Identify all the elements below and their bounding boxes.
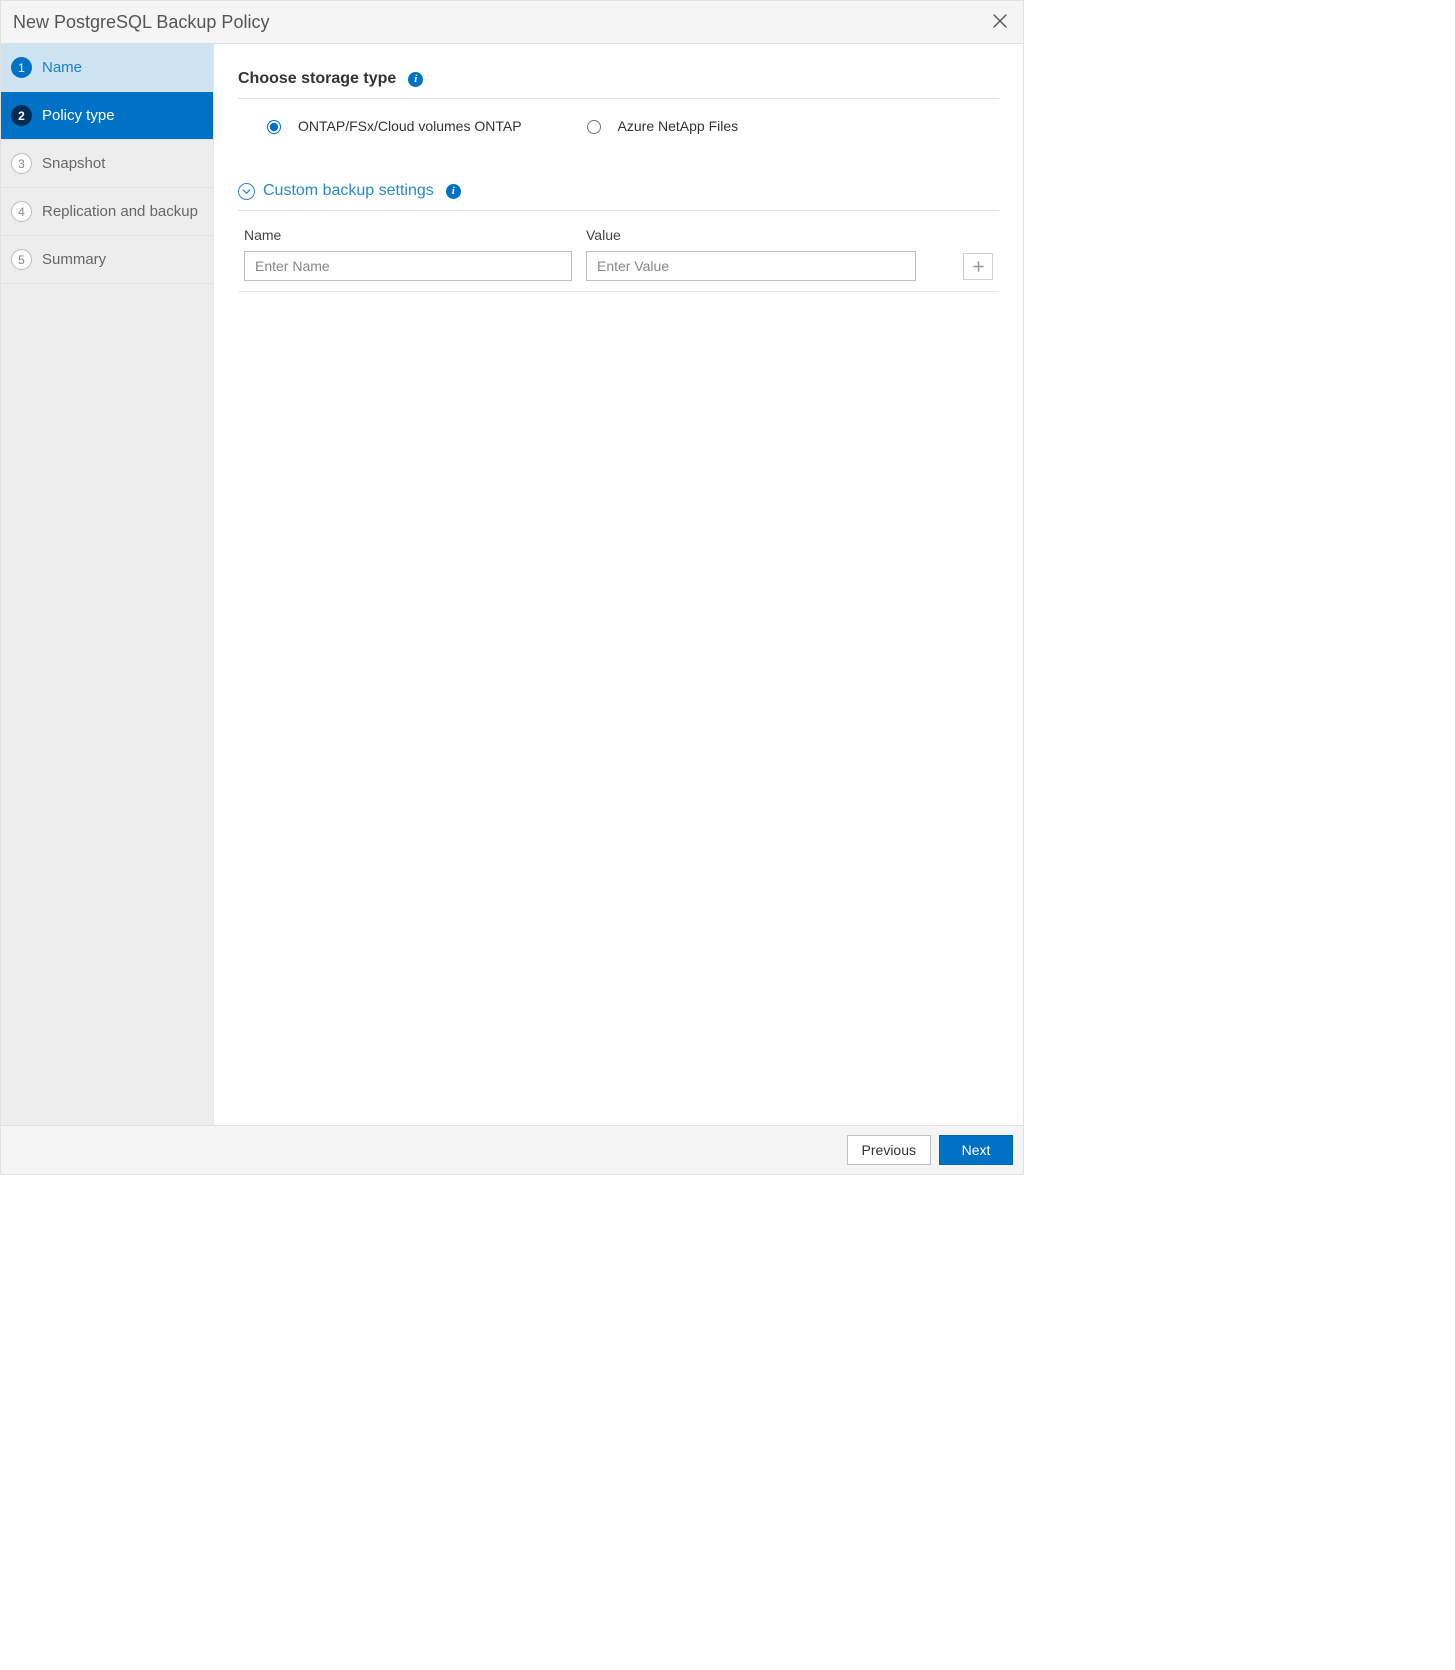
dialog-title: New PostgreSQL Backup Policy	[13, 12, 269, 33]
storage-type-title: Choose storage type	[238, 70, 396, 88]
content-pane: Choose storage type i ONTAP/FSx/Cloud vo…	[214, 44, 1023, 1125]
step-label: Summary	[42, 251, 106, 268]
step-label: Policy type	[42, 107, 115, 124]
radio-option-ontap[interactable]: ONTAP/FSx/Cloud volumes ONTAP	[262, 117, 522, 134]
column-header-name: Name	[244, 227, 572, 243]
custom-name-input[interactable]	[244, 251, 572, 281]
plus-icon	[973, 261, 984, 272]
wizard-step-summary[interactable]: 5 Summary	[1, 236, 213, 284]
next-button[interactable]: Next	[939, 1135, 1013, 1165]
step-number: 4	[11, 201, 32, 222]
dialog-body: 1 Name 2 Policy type 3 Snapshot 4 Replic…	[1, 44, 1023, 1125]
step-number: 2	[11, 105, 32, 126]
wizard-step-snapshot[interactable]: 3 Snapshot	[1, 140, 213, 188]
radio-option-anf[interactable]: Azure NetApp Files	[582, 117, 739, 134]
column-header-value: Value	[586, 227, 916, 243]
radio-input[interactable]	[267, 120, 281, 134]
radio-label: Azure NetApp Files	[618, 118, 739, 134]
info-icon[interactable]: i	[446, 184, 461, 199]
dialog-header: New PostgreSQL Backup Policy	[1, 1, 1023, 44]
custom-value-input[interactable]	[586, 251, 916, 281]
radio-label: ONTAP/FSx/Cloud volumes ONTAP	[298, 118, 522, 134]
storage-type-options: ONTAP/FSx/Cloud volumes ONTAP Azure NetA…	[238, 117, 999, 134]
custom-backup-settings-toggle[interactable]: Custom backup settings i	[238, 174, 999, 211]
dialog: New PostgreSQL Backup Policy 1 Name 2 Po…	[0, 0, 1024, 1175]
wizard-step-name[interactable]: 1 Name	[1, 44, 213, 92]
radio-input[interactable]	[587, 120, 601, 134]
custom-backup-settings-title: Custom backup settings	[263, 182, 434, 200]
dialog-footer: Previous Next	[1, 1125, 1023, 1174]
step-label: Name	[42, 59, 82, 76]
step-number: 1	[11, 57, 32, 78]
previous-button[interactable]: Previous	[847, 1135, 931, 1165]
wizard-step-policy-type[interactable]: 2 Policy type	[1, 92, 213, 140]
step-number: 5	[11, 249, 32, 270]
wizard-step-replication-backup[interactable]: 4 Replication and backup	[1, 188, 213, 236]
wizard-sidebar: 1 Name 2 Policy type 3 Snapshot 4 Replic…	[1, 44, 214, 1125]
table-row	[238, 251, 999, 291]
add-row-button[interactable]	[963, 253, 993, 280]
storage-type-header: Choose storage type i	[238, 70, 999, 99]
chevron-down-icon	[238, 183, 255, 200]
step-number: 3	[11, 153, 32, 174]
step-label: Snapshot	[42, 155, 105, 172]
close-icon[interactable]	[989, 10, 1011, 34]
table-header: Name Value	[238, 221, 999, 251]
step-label: Replication and backup	[42, 203, 198, 220]
custom-settings-table: Name Value	[238, 221, 999, 292]
info-icon[interactable]: i	[408, 72, 423, 87]
